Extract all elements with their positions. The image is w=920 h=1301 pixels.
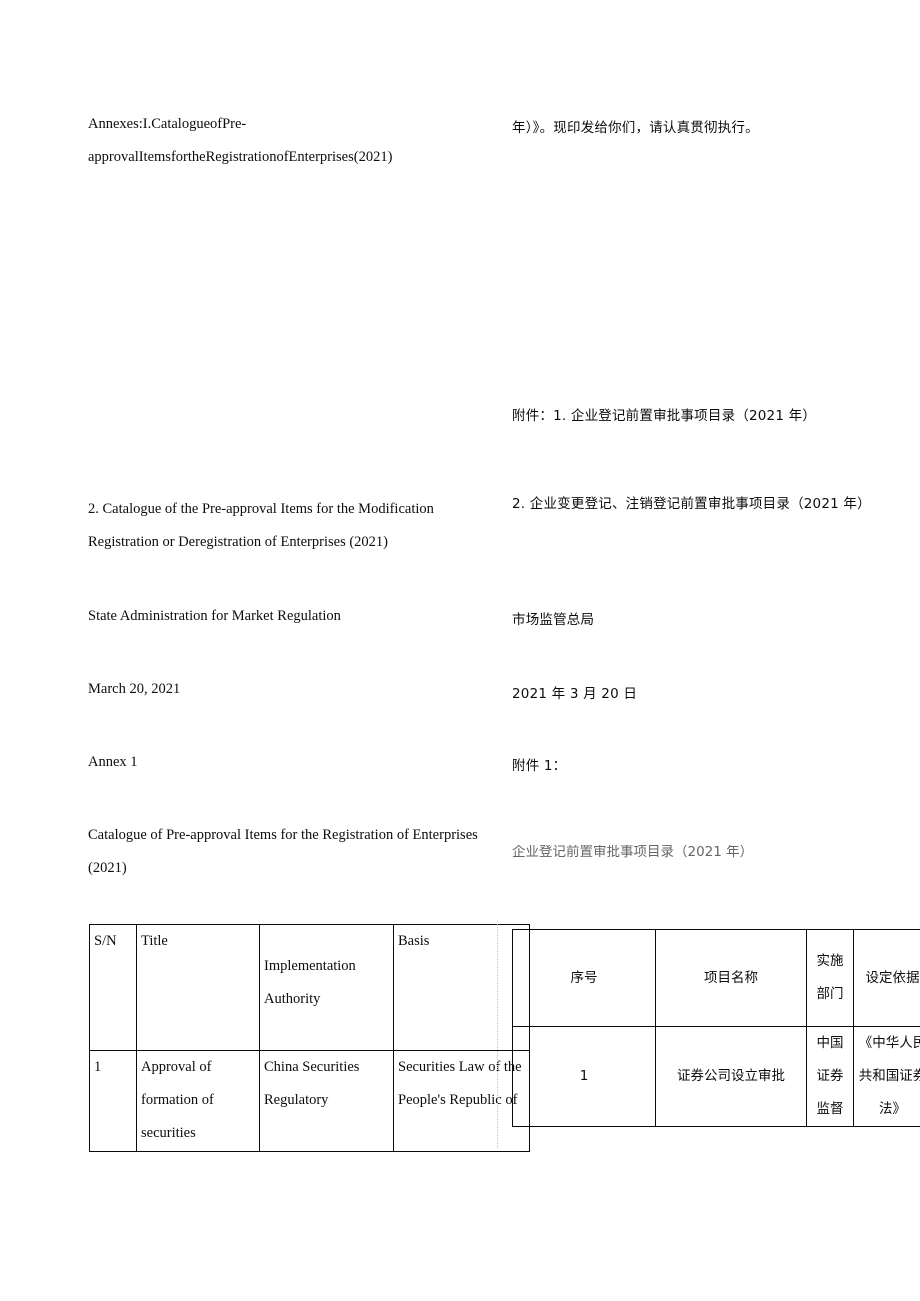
document-page: Annexes:I.CatalogueofPre-approvalItemsfo…	[0, 0, 920, 1301]
en-annex-item-2: 2. Catalogue of the Pre-approval Items f…	[88, 501, 438, 550]
en-annex-list: Annexes:I.CatalogueofPre-approvalItemsfo…	[88, 116, 393, 165]
zh-annex-label: 附件 1：	[512, 758, 567, 774]
header-cell-authority: Implementation Authority	[259, 924, 394, 1051]
en-annex-label: Annex 1	[88, 754, 138, 770]
zh-annex-title: 企业登记前置审批事项目录（2021 年）	[512, 845, 754, 860]
cell-basis-link[interactable]: Securities Law of the People's Republic …	[393, 1050, 530, 1152]
header-cell-authority: 实施部门	[806, 929, 854, 1027]
en-issuer: State Administration for Market Regulati…	[88, 608, 341, 624]
zh-annex-item-2: 2. 企业变更登记、注销登记前置审批事项目录（2021 年）	[512, 496, 871, 512]
table-row: 1 Approval of formation of securities Ch…	[89, 1050, 530, 1152]
pre-approval-items-table-en: S/N Title Implementation Authority Basis…	[89, 924, 530, 1152]
zh-annex-item-1: 附件：1. 企业登记前置审批事项目录（2021 年）	[512, 408, 817, 424]
zh-date: 2021 年 3 月 20 日	[512, 686, 638, 702]
zh-issuer: 市场监管总局	[512, 612, 595, 628]
cell-authority: China Securities Regulatory	[259, 1050, 394, 1152]
table-overflow-guide	[497, 924, 498, 1148]
cell-title: Approval of formation of securities	[136, 1050, 260, 1152]
en-date: March 20, 2021	[88, 681, 181, 697]
cell-authority: 中国证券监督	[806, 1026, 854, 1127]
table-row: 1 证券公司设立审批 中国证券监督 《中华人民共和国证券法》	[512, 1026, 920, 1127]
cell-title: 证券公司设立审批	[655, 1026, 807, 1127]
zh-closing-sentence: 年）》。现印发给你们，请认真贯彻执行。	[512, 120, 759, 136]
en-annex-title: Catalogue of Pre-approval Items for the …	[88, 827, 482, 876]
header-cell-basis: 设定依据	[853, 929, 920, 1027]
table-header-row: S/N Title Implementation Authority Basis	[89, 924, 530, 1051]
header-cell-sn: 序号	[512, 929, 656, 1027]
cell-basis-link[interactable]: 《中华人民共和国证券法》	[853, 1026, 920, 1127]
header-cell-title: Title	[136, 924, 260, 1051]
header-cell-sn: S/N	[89, 924, 137, 1051]
cell-sn: 1	[89, 1050, 137, 1152]
cell-sn: 1	[512, 1026, 656, 1127]
pre-approval-items-table-zh: 序号 项目名称 实施部门 设定依据 1 证券公司设立审批 中国证券监督 《中华人…	[512, 929, 920, 1127]
header-cell-title: 项目名称	[655, 929, 807, 1027]
zh-annex-title-clipped: 企业登记前置审批事项目录（2021 年）	[512, 845, 912, 862]
header-cell-basis: Basis	[393, 924, 530, 1051]
table-header-row: 序号 项目名称 实施部门 设定依据	[512, 929, 920, 1027]
